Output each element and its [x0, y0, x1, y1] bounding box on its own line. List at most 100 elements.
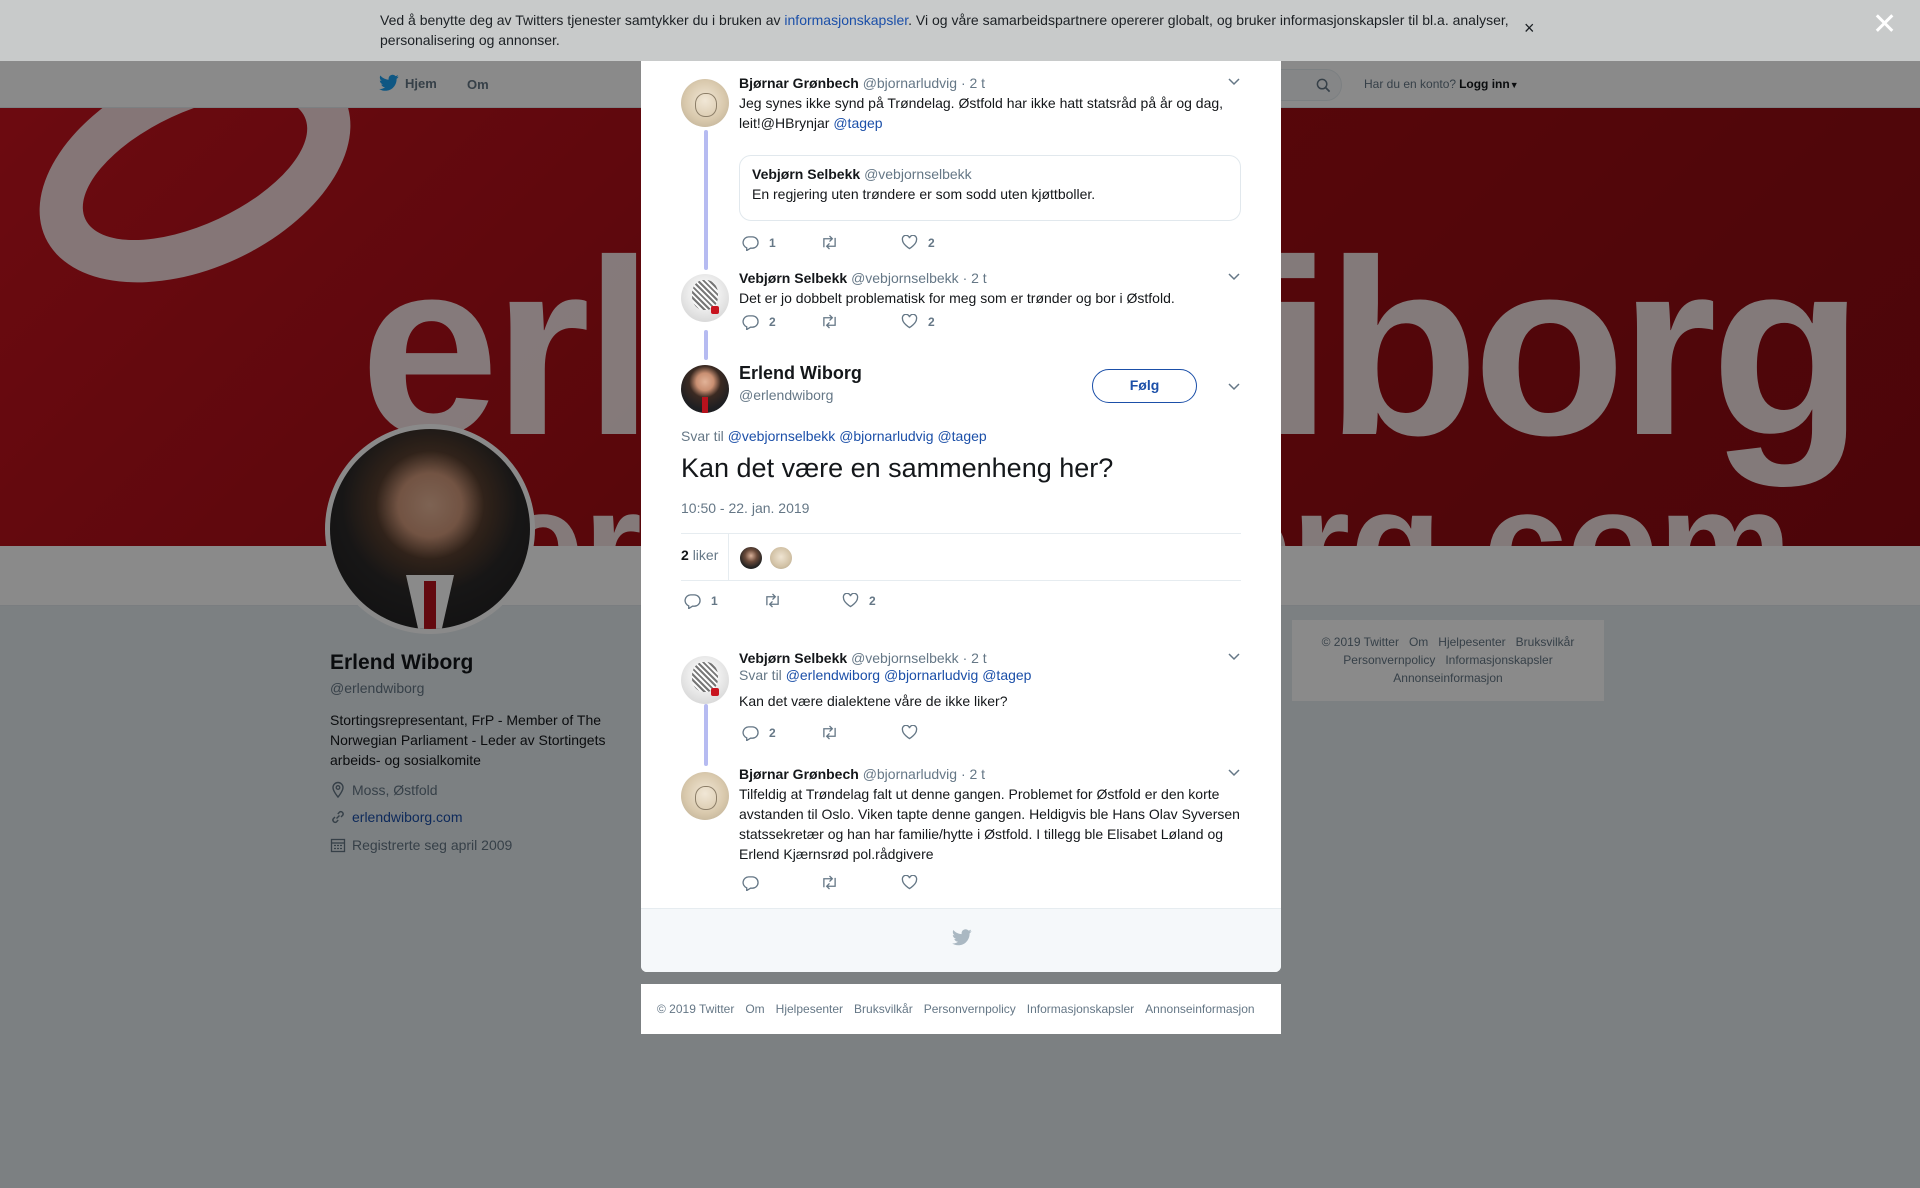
retweet-button[interactable]	[763, 593, 782, 608]
likes-number: 2	[681, 547, 689, 563]
tweet-text: Jeg synes ikke synd på Trøndelag. Østfol…	[739, 93, 1241, 133]
likes-count[interactable]: 2 liker	[681, 547, 718, 563]
quoted-tweet[interactable]: Vebjørn Selbekk @vebjornselbekk En regje…	[739, 155, 1241, 221]
tweet-author-handle[interactable]: @bjornarludvig	[863, 766, 957, 782]
main-tweet-author-name[interactable]: Erlend Wiborg	[739, 363, 862, 384]
liker-avatar[interactable]	[769, 546, 793, 570]
mention-link[interactable]: @tagep	[982, 667, 1031, 683]
chevron-down-icon[interactable]	[1227, 652, 1241, 662]
liker-avatar[interactable]	[739, 546, 763, 570]
tweet-bjornar-2[interactable]: Bjørnar Grønbech @bjornarludvig · 2 t Ti…	[681, 766, 1241, 901]
tweet-text: Tilfeldig at Trøndelag falt ut denne gan…	[739, 786, 1240, 862]
heart-icon	[901, 235, 918, 250]
likes-row: 2 liker	[681, 533, 1241, 581]
footer-cookies[interactable]: Informasjonskapsler	[1027, 1002, 1134, 1016]
avatar[interactable]	[681, 656, 729, 704]
mention-link[interactable]: @bjornarludvig	[839, 428, 933, 444]
avatar[interactable]	[681, 274, 729, 322]
follow-button[interactable]: Følg	[1092, 369, 1197, 403]
reply-count: 1	[769, 236, 776, 250]
reply-button[interactable]: 2	[742, 314, 776, 330]
footer-ads[interactable]: Annonseinformasjon	[1145, 1002, 1254, 1016]
cookie-link[interactable]: informasjonskapsler	[784, 12, 908, 28]
reply-button[interactable]: 1	[684, 593, 718, 609]
avatar[interactable]	[681, 772, 729, 820]
tweet-header: Vebjørn Selbekk @vebjornselbekk · 2 t	[739, 650, 987, 666]
footer-links: © 2019 Twitter Om Hjelpesenter Bruksvilk…	[641, 984, 1281, 1034]
reply-icon	[742, 876, 759, 891]
chevron-down-icon[interactable]	[1227, 77, 1241, 87]
footer-privacy[interactable]: Personvernpolicy	[924, 1002, 1016, 1016]
tweet-vebjorn-1[interactable]: Vebjørn Selbekk @vebjornselbekk · 2 t De…	[681, 270, 1241, 350]
retweet-button[interactable]	[820, 235, 839, 250]
heart-icon	[901, 725, 918, 740]
tweet-time[interactable]: · 2 t	[961, 766, 985, 782]
tweet-author-handle[interactable]: @vebjornselbekk	[851, 270, 959, 286]
tweet-author-name[interactable]: Vebjørn Selbekk	[739, 650, 847, 666]
mention-link[interactable]: @erlendwiborg	[786, 667, 880, 683]
tweet-author-handle[interactable]: @bjornarludvig	[863, 75, 957, 91]
footer-help[interactable]: Hjelpesenter	[776, 1002, 843, 1016]
avatar[interactable]	[681, 365, 729, 413]
retweet-button[interactable]	[820, 725, 839, 740]
tweet-modal: Bjørnar Grønbech @bjornarludvig · 2 t Je…	[641, 61, 1281, 972]
tweet-time[interactable]: · 2 t	[961, 75, 985, 91]
chevron-down-icon[interactable]	[1227, 272, 1241, 282]
like-button[interactable]: 2	[901, 314, 935, 329]
tweet-text: Kan det være dialektene våre de ikke lik…	[739, 693, 1008, 709]
like-count: 2	[928, 314, 935, 329]
reply-icon	[684, 594, 701, 609]
avatar[interactable]	[681, 79, 729, 127]
tweet-author-name[interactable]: Bjørnar Grønbech	[739, 766, 859, 782]
tweet-vebjorn-2[interactable]: Vebjørn Selbekk @vebjornselbekk · 2 t Sv…	[681, 650, 1241, 741]
footer-copyright: © 2019 Twitter	[657, 1002, 735, 1016]
reply-button[interactable]	[742, 875, 759, 891]
like-button[interactable]	[901, 725, 918, 740]
tweet-actions: 2	[739, 725, 1039, 745]
reply-button[interactable]: 2	[742, 725, 776, 741]
retweet-icon	[823, 725, 836, 740]
tweet-author-name[interactable]: Vebjørn Selbekk	[739, 270, 847, 286]
tweet-author-name[interactable]: Bjørnar Grønbech	[739, 75, 859, 91]
main-tweet-actions: 1 2	[681, 593, 981, 613]
footer-terms[interactable]: Bruksvilkår	[854, 1002, 913, 1016]
like-button[interactable]: 2	[901, 235, 935, 250]
mention-link[interactable]: @tagep	[937, 428, 986, 444]
cookie-banner: Ved å benytte deg av Twitters tjenester …	[0, 0, 1920, 61]
retweet-icon	[823, 314, 836, 329]
quote-text: En regjering uten trøndere er som sodd u…	[752, 186, 1096, 202]
cookie-close-button[interactable]: ×	[1524, 18, 1535, 38]
tweet-time[interactable]: · 2 t	[963, 650, 987, 666]
like-button[interactable]	[901, 875, 918, 890]
reply-to-label: Svar til	[739, 667, 782, 683]
tweet-bjornar-1[interactable]: Bjørnar Grønbech @bjornarludvig · 2 t Je…	[681, 75, 1241, 255]
reply-to-label: Svar til	[681, 428, 724, 444]
main-tweet-author-handle[interactable]: @erlendwiborg	[739, 387, 833, 403]
reply-button[interactable]: 1	[742, 235, 776, 251]
retweet-button[interactable]	[820, 314, 839, 329]
heart-icon	[842, 593, 859, 608]
reply-context: Svar til @erlendwiborg @bjornarludvig @t…	[739, 667, 1031, 683]
quote-author-name: Vebjørn Selbekk	[752, 166, 861, 182]
like-button[interactable]: 2	[842, 593, 876, 608]
retweet-button[interactable]	[820, 875, 839, 890]
footer-about[interactable]: Om	[745, 1002, 764, 1016]
modal-close-icon[interactable]: ✕	[1872, 10, 1897, 40]
chevron-down-icon[interactable]	[1227, 768, 1241, 778]
tweet-actions: 1 2	[739, 235, 1039, 255]
tweet-header: Bjørnar Grønbech @bjornarludvig · 2 t	[739, 75, 985, 91]
quote-author-handle: @vebjornselbekk	[864, 166, 972, 182]
quote-header: Vebjørn Selbekk @vebjornselbekk	[752, 166, 1228, 182]
reply-count: 1	[711, 594, 718, 608]
divider	[728, 534, 729, 580]
mention-link[interactable]: @vebjornselbekk	[728, 428, 836, 444]
tweet-author-handle[interactable]: @vebjornselbekk	[851, 650, 959, 666]
mention-link[interactable]: @bjornarludvig	[884, 667, 978, 683]
tweet-time[interactable]: · 2 t	[963, 270, 987, 286]
tweet-actions	[739, 875, 1039, 895]
chevron-down-icon[interactable]	[1227, 382, 1241, 392]
reply-icon	[742, 236, 759, 251]
reply-count: 2	[769, 726, 776, 740]
mention-link[interactable]: @tagep	[833, 115, 882, 131]
main-tweet-date[interactable]: 10:50 - 22. jan. 2019	[681, 500, 809, 516]
